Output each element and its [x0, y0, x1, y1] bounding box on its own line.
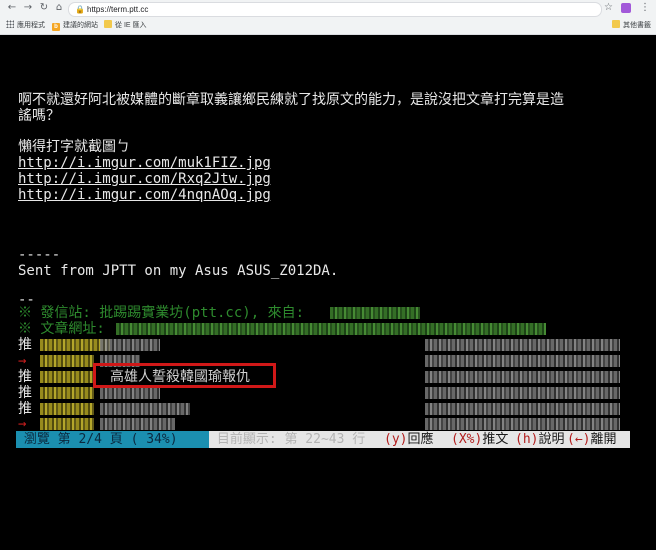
image-link[interactable]: http://i.imgur.com/muk1FIZ.jpg	[18, 155, 271, 171]
browser-chrome: ← → ↻ ⌂ 🔒 https://term.ptt.cc ☆ ⋮ 應用程式 b…	[0, 0, 656, 35]
redacted-timestamp	[425, 387, 620, 399]
help-key[interactable]: (h)說明	[515, 431, 565, 448]
status-right: 目前顯示: 第 22~43 行 (y)回應 (X%)推文 (h)說明 (←)離開	[209, 431, 630, 448]
post-source-line: ※ 發信站: 批踢踢實業坊(ptt.cc), 來自:	[18, 305, 305, 321]
ptt-terminal[interactable]: 啊不就還好阿北被媒體的斷章取義讓鄉民練就了找原文的能力，是說沒把文章打完算是造 …	[0, 35, 656, 459]
apps-icon	[6, 20, 14, 28]
push-tag: →	[18, 416, 27, 432]
push-tag: 推	[18, 337, 32, 353]
menu-icon[interactable]: ⋮	[640, 2, 650, 14]
redacted-comment	[100, 418, 175, 430]
article-text-line: 啊不就還好阿北被媒體的斷章取義讓鄉民練就了找原文的能力，是說沒把文章打完算是造	[18, 92, 564, 108]
article-text-line: 懶得打字就截圖ㄅ	[18, 139, 130, 155]
folder-icon	[104, 20, 112, 28]
browser-toolbar: ← → ↻ ⌂ 🔒 https://term.ptt.cc ☆ ⋮	[0, 0, 656, 18]
address-bar[interactable]: 🔒 https://term.ptt.cc	[68, 2, 602, 17]
bing-icon: b	[52, 23, 60, 31]
key-hint: (h)	[515, 432, 539, 447]
redacted-comment	[100, 387, 160, 399]
extension-icon[interactable]	[621, 3, 631, 13]
image-link[interactable]: http://i.imgur.com/4nqnAOq.jpg	[18, 187, 271, 203]
push-tag: 推	[18, 369, 32, 385]
reload-icon[interactable]: ↻	[38, 2, 50, 14]
redacted-timestamp	[425, 403, 620, 415]
bookmark-suggested[interactable]: b 建議的網站	[52, 20, 98, 32]
redacted-timestamp	[425, 418, 620, 430]
push-tag: →	[18, 353, 27, 369]
redacted-timestamp	[425, 371, 620, 383]
signature-text: Sent from JPTT on my Asus ASUS_Z012DA.	[18, 263, 339, 279]
key-label: 離開	[590, 432, 617, 447]
bookmark-others[interactable]: 其他書籤	[612, 20, 651, 32]
reply-key[interactable]: (y)回應	[384, 431, 434, 448]
push-tag: 推	[18, 385, 32, 401]
redacted-user	[40, 371, 94, 383]
page-indicator: 瀏覽 第 2/4 頁 ( 34%)	[16, 431, 209, 448]
bookmark-label: 應用程式	[17, 22, 45, 29]
article-text-line: 謠嗎？	[18, 108, 60, 124]
address-url[interactable]: https://term.ptt.cc	[87, 3, 148, 16]
redacted-url	[116, 323, 546, 335]
lock-icon: 🔒	[75, 5, 85, 14]
bookmark-apps[interactable]: 應用程式	[6, 20, 45, 32]
redacted-user	[40, 355, 94, 367]
key-label: 說明	[538, 432, 565, 447]
redacted-comment	[100, 339, 160, 351]
post-url-line: ※ 文章網址:	[18, 321, 105, 337]
redacted-timestamp	[425, 339, 620, 351]
line-range: 目前顯示: 第 22~43 行	[209, 432, 374, 447]
redacted-ip	[330, 307, 420, 319]
push-key[interactable]: (X%)推文	[451, 431, 508, 448]
bookmark-label: 建議的網站	[63, 22, 98, 29]
redacted-comment	[100, 403, 190, 415]
redacted-user	[40, 387, 94, 399]
bookmark-star-icon[interactable]: ☆	[604, 2, 613, 14]
key-hint: (X%)	[451, 432, 483, 447]
redacted-timestamp	[425, 355, 620, 367]
image-link[interactable]: http://i.imgur.com/Rxq2Jtw.jpg	[18, 171, 271, 187]
forward-icon[interactable]: →	[22, 2, 34, 14]
home-icon[interactable]: ⌂	[53, 2, 65, 14]
bookmarks-bar: 應用程式 b 建議的網站 從 IE 匯入 其他書籤	[0, 18, 656, 34]
exit-key[interactable]: (←)離開	[567, 431, 617, 448]
status-bar: 瀏覽 第 2/4 頁 ( 34%) 目前顯示: 第 22~43 行 (y)回應 …	[16, 431, 630, 448]
key-hint: (←)	[567, 432, 591, 447]
redacted-user	[40, 403, 94, 415]
redacted-user	[40, 418, 94, 430]
folder-icon	[612, 20, 620, 28]
signature-divider: -----	[18, 247, 61, 263]
key-label: 回應	[407, 432, 434, 447]
bookmark-label: 從 IE 匯入	[115, 22, 147, 29]
push-tag: 推	[18, 401, 32, 417]
bookmark-ie-import[interactable]: 從 IE 匯入	[104, 20, 147, 32]
key-label: 推文	[482, 432, 509, 447]
highlight-box	[93, 363, 276, 388]
bookmark-label: 其他書籤	[623, 22, 651, 29]
key-hint: (y)	[384, 432, 408, 447]
back-icon[interactable]: ←	[6, 2, 18, 14]
